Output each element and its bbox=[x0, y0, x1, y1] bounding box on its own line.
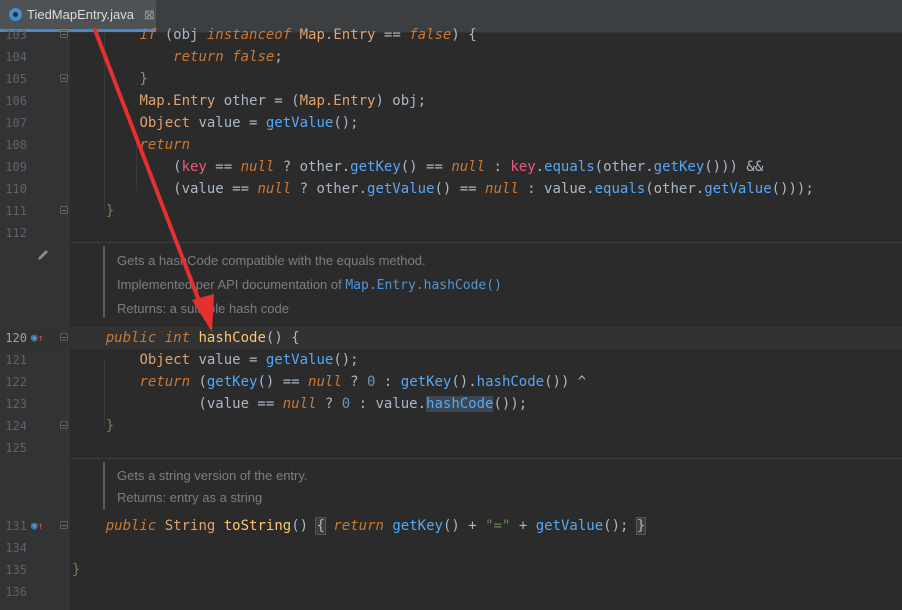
code-text: (value == null ? 0 : value.hashCode()); bbox=[72, 396, 528, 412]
line-number: 107 bbox=[5, 116, 27, 130]
code-line[interactable]: 111 } bbox=[0, 200, 902, 222]
code-line[interactable]: 103 if (obj instanceof Map.Entry == fals… bbox=[0, 24, 902, 46]
doc-line: Gets a hashCode compatible with the equa… bbox=[117, 253, 426, 268]
code-line[interactable]: 124 } bbox=[0, 415, 902, 437]
code-line[interactable]: 125 bbox=[0, 437, 902, 459]
code-line[interactable]: 109 (key == null ? other.getKey() == nul… bbox=[0, 156, 902, 178]
line-number: 110 bbox=[5, 182, 27, 196]
fold-icon[interactable] bbox=[60, 333, 68, 341]
line-number: 136 bbox=[5, 585, 27, 599]
code-line[interactable]: 106 Map.Entry other = (Map.Entry) obj; bbox=[0, 90, 902, 112]
line-number: 109 bbox=[5, 160, 27, 174]
pencil-icon[interactable] bbox=[36, 248, 50, 262]
doc-line: Returns: a suitable hash code bbox=[117, 301, 289, 316]
fold-icon[interactable] bbox=[60, 30, 68, 38]
code-text: Map.Entry other = (Map.Entry) obj; bbox=[139, 93, 427, 109]
override-method-icon[interactable]: ◉↑ bbox=[31, 515, 44, 538]
line-number: 131 bbox=[5, 519, 27, 533]
doc-separator bbox=[70, 242, 902, 243]
line-number: 106 bbox=[5, 94, 27, 108]
code-line[interactable]: 136 bbox=[0, 581, 902, 603]
code-line[interactable]: 112 bbox=[0, 222, 902, 244]
line-number: 120 bbox=[5, 331, 27, 345]
line-number: 104 bbox=[5, 50, 27, 64]
code-line[interactable]: 123 (value == null ? 0 : value.hashCode(… bbox=[0, 393, 902, 415]
line-number: 122 bbox=[5, 375, 27, 389]
line-number: 125 bbox=[5, 441, 27, 455]
line-number: 112 bbox=[5, 226, 27, 240]
code-text: } bbox=[105, 203, 115, 219]
code-text: } bbox=[139, 71, 148, 87]
code-line[interactable]: 134 bbox=[0, 537, 902, 559]
line-number: 105 bbox=[5, 72, 27, 86]
code-line[interactable]: 122 return (getKey() == null ? 0 : getKe… bbox=[0, 371, 902, 393]
line-number: 123 bbox=[5, 397, 27, 411]
code-text: return (getKey() == null ? 0 : getKey().… bbox=[139, 374, 587, 390]
code-line[interactable]: 121 Object value = getValue(); bbox=[0, 349, 902, 371]
code-text: if (obj instanceof Map.Entry == false) { bbox=[139, 27, 477, 43]
line-number: 103 bbox=[5, 28, 27, 42]
code-text: } bbox=[72, 562, 81, 578]
fold-icon[interactable] bbox=[60, 421, 68, 429]
code-line[interactable]: 105 } bbox=[0, 68, 902, 90]
override-method-icon[interactable]: ◉↑ bbox=[31, 327, 44, 350]
code-text: Object value = getValue(); bbox=[139, 352, 359, 368]
code-line[interactable]: 131 ◉↑ public String toString() { return… bbox=[0, 515, 902, 537]
line-number: 135 bbox=[5, 563, 27, 577]
doc-bar bbox=[103, 246, 105, 318]
line-number: 108 bbox=[5, 138, 27, 152]
code-editor[interactable]: 103 if (obj instanceof Map.Entry == fals… bbox=[0, 27, 902, 610]
doc-bar bbox=[103, 462, 105, 510]
doc-separator bbox=[70, 458, 902, 459]
code-line[interactable]: 104 return false; bbox=[0, 46, 902, 68]
code-line[interactable]: 108 return bbox=[0, 134, 902, 156]
fold-icon[interactable] bbox=[60, 521, 68, 529]
doc-link[interactable]: Map.Entry.hashCode() bbox=[345, 278, 502, 293]
code-line-current[interactable]: 120 ◉↑ public int hashCode() { bbox=[0, 327, 902, 349]
code-text: public int hashCode() { bbox=[105, 330, 300, 346]
code-text: return false; bbox=[173, 49, 283, 65]
doc-text: Implemented per API documentation of bbox=[117, 277, 346, 292]
code-text: (key == null ? other.getKey() == null : … bbox=[72, 159, 764, 175]
fold-icon[interactable] bbox=[60, 74, 68, 82]
close-icon[interactable]: ⊠ bbox=[144, 7, 155, 23]
line-number: 124 bbox=[5, 419, 27, 433]
code-text: } bbox=[105, 418, 115, 434]
line-number: 121 bbox=[5, 353, 27, 367]
line-number: 134 bbox=[5, 541, 27, 555]
code-text: return bbox=[139, 137, 191, 153]
fold-icon[interactable] bbox=[60, 206, 68, 214]
tab-label: TiedMapEntry.java bbox=[27, 7, 134, 22]
code-line[interactable]: 135 } bbox=[0, 559, 902, 581]
doc-line: Returns: entry as a string bbox=[117, 490, 263, 505]
doc-line: Implemented per API documentation of Map… bbox=[117, 273, 502, 298]
line-number: 111 bbox=[5, 204, 27, 218]
code-line[interactable]: 110 (value == null ? other.getValue() ==… bbox=[0, 178, 902, 200]
code-line[interactable]: 107 Object value = getValue(); bbox=[0, 112, 902, 134]
code-text: public String toString() { return getKey… bbox=[105, 517, 647, 535]
doc-line: Gets a string version of the entry. bbox=[117, 468, 308, 483]
code-text: (value == null ? other.getValue() == nul… bbox=[72, 181, 814, 197]
java-class-icon bbox=[9, 8, 22, 21]
code-text: Object value = getValue(); bbox=[139, 115, 359, 131]
